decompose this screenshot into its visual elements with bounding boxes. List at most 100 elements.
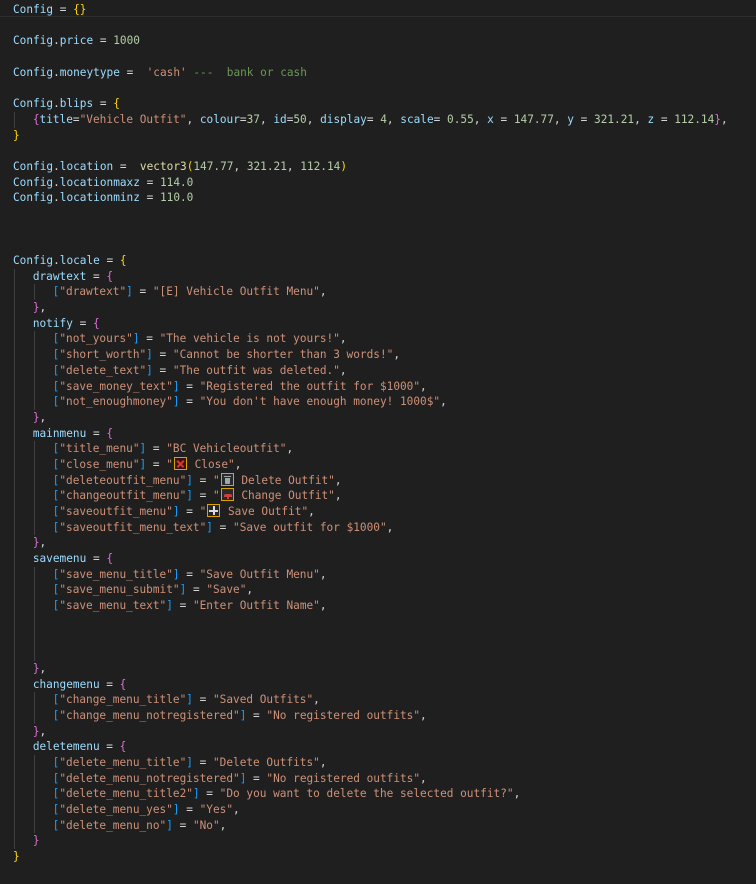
code-line[interactable]: } (0, 128, 756, 144)
code-token: "Save outfit for $1000" (233, 520, 387, 534)
code-line[interactable]: ["delete_menu_notregistered"] = "No regi… (0, 770, 756, 787)
code-token: colour (199, 112, 240, 126)
code-line[interactable]: }, (0, 535, 756, 552)
code-line[interactable]: ["change_menu_notregistered"] = "No regi… (0, 707, 756, 724)
indent-guide (14, 551, 15, 567)
code-line[interactable]: drawtext = { (0, 268, 756, 285)
code-token: , (233, 159, 247, 173)
code-line[interactable]: ["changeoutfit_menu"] = " Change Outfit"… (0, 488, 756, 504)
code-token: { (92, 316, 100, 330)
code-line[interactable] (0, 645, 756, 661)
code-line[interactable]: ["saveoutfit_menu_text"] = "Save outfit … (0, 519, 756, 536)
code-line[interactable] (0, 237, 756, 253)
code-line[interactable] (0, 206, 756, 222)
code-line[interactable] (0, 49, 756, 65)
indent-guide (14, 598, 15, 614)
code-line[interactable]: ["drawtext"] = "[E] Vehicle Outfit Menu"… (0, 284, 756, 301)
indent-guide (14, 456, 15, 473)
indent-guide (33, 472, 35, 489)
code-line[interactable]: ["save_menu_submit"] = "Save", (0, 582, 756, 599)
code-line[interactable]: ["short_worth"] = "Cannot be shorter tha… (0, 347, 756, 363)
code-line[interactable]: changemenu = { (0, 676, 756, 693)
code-line[interactable]: {title="Vehicle Outfit", colour=37, id=5… (0, 111, 756, 128)
code-token: moneytype (59, 65, 120, 79)
code-line[interactable]: savemenu = { (0, 551, 756, 567)
code-token: = (152, 348, 173, 362)
code-line[interactable]: Config.locationmaxz = 114.0 (0, 175, 756, 191)
code-line[interactable] (0, 629, 756, 646)
code-token: , (233, 803, 240, 817)
code-line[interactable]: ["not_yours"] = "The vehicle is not your… (0, 331, 756, 348)
code-token: , (339, 363, 347, 377)
code-token: " (212, 473, 220, 487)
code-line[interactable]: ["title_menu"] = "BC Vehicleoutfit", (0, 441, 756, 457)
code-token: , (420, 379, 427, 393)
code-line[interactable]: Config.locale = { (0, 253, 756, 269)
code-token: ] (186, 473, 193, 487)
car-icon (220, 488, 234, 502)
code-token: = (139, 175, 160, 189)
code-token: = (192, 489, 213, 503)
code-token: 114.0 (159, 175, 194, 189)
code-line[interactable]: }, (0, 660, 756, 677)
code-line[interactable]: ["deleteoutfit_menu"] = " Delete Outfit"… (0, 472, 756, 489)
code-line[interactable]: ["not_enoughmoney"] = "You don't have en… (0, 394, 756, 410)
code-line[interactable] (0, 143, 756, 159)
code-line[interactable] (0, 222, 756, 238)
code-token: "delete_menu_notregistered" (59, 771, 240, 785)
code-line[interactable]: notify = { (0, 315, 756, 332)
code-line[interactable]: Config.blips = { (0, 96, 756, 112)
code-line[interactable]: ["save_menu_text"] = "Enter Outfit Name"… (0, 598, 756, 614)
code-line[interactable]: deletemenu = { (0, 739, 756, 755)
code-line[interactable] (0, 18, 756, 34)
code-line[interactable]: Config.moneytype = 'cash' --- bank or ca… (0, 65, 756, 81)
code-line[interactable]: }, (0, 300, 756, 316)
code-line[interactable]: ["saveoutfit_menu"] = " Save Outfit", (0, 504, 756, 520)
code-token: } (714, 112, 721, 126)
code-token: , (286, 442, 294, 456)
code-line[interactable]: ["delete_menu_no"] = "No", (0, 817, 756, 834)
code-token: Change Outfit" (234, 489, 335, 503)
code-line[interactable]: ["delete_menu_yes"] = "Yes", (0, 802, 756, 818)
code-editor[interactable]: Config = {} Config.price = 1000 Config.mon… (0, 0, 756, 884)
code-line[interactable]: Config = {} (0, 2, 756, 18)
code-line[interactable]: }, (0, 723, 756, 740)
code-line[interactable]: Config.price = 1000 (0, 33, 756, 49)
code-token: ] (206, 520, 213, 534)
code-line[interactable]: ["save_menu_title"] = "Save Outfit Menu"… (0, 566, 756, 583)
code-line[interactable]: } (0, 833, 756, 850)
code-line[interactable]: mainmenu = { (0, 425, 756, 442)
code-token: "Cannot be shorter than 3 words!" (172, 348, 394, 362)
code-line[interactable]: } (0, 849, 756, 865)
indent-guide (14, 331, 15, 348)
code-token: , (393, 348, 401, 362)
code-token: = (654, 112, 675, 126)
code-line[interactable]: ["change_menu_title"] = "Saved Outfits", (0, 692, 756, 708)
plus-icon (207, 504, 221, 517)
code-line[interactable]: }, (0, 409, 756, 426)
code-line[interactable]: ["delete_menu_title"] = "Delete Outfits"… (0, 755, 756, 771)
code-token: ] (172, 567, 180, 581)
code-line[interactable]: Config.location = vector3(147.77, 321.21… (0, 159, 756, 175)
code-token: = (212, 520, 234, 534)
code-token: Config (13, 34, 54, 48)
code-token: } (32, 661, 40, 675)
indent-guide (14, 284, 15, 301)
code-line[interactable]: Config.locationminz = 110.0 (0, 190, 756, 206)
code-line[interactable]: ["save_money_text"] = "Registered the ou… (0, 378, 756, 395)
code-token: notify (32, 316, 73, 330)
code-line[interactable]: ["delete_menu_title2"] = "Do you want to… (0, 786, 756, 803)
code-token: "deleteoutfit_menu" (59, 473, 187, 487)
code-token: = (146, 457, 167, 471)
code-line[interactable]: ["delete_text"] = "The outfit was delete… (0, 362, 756, 379)
code-token: locationminz (59, 191, 140, 205)
code-line[interactable] (0, 80, 756, 96)
code-line[interactable] (0, 613, 756, 630)
code-token: { (106, 269, 113, 283)
code-token: location (59, 159, 114, 173)
code-line[interactable]: ["close_menu"] = " Close", (0, 456, 756, 473)
code-area[interactable]: Config = {} Config.price = 1000 Config.mon… (0, 2, 756, 865)
indent-guide (14, 629, 15, 646)
code-token: = (179, 803, 200, 817)
indent-guide (14, 535, 15, 552)
